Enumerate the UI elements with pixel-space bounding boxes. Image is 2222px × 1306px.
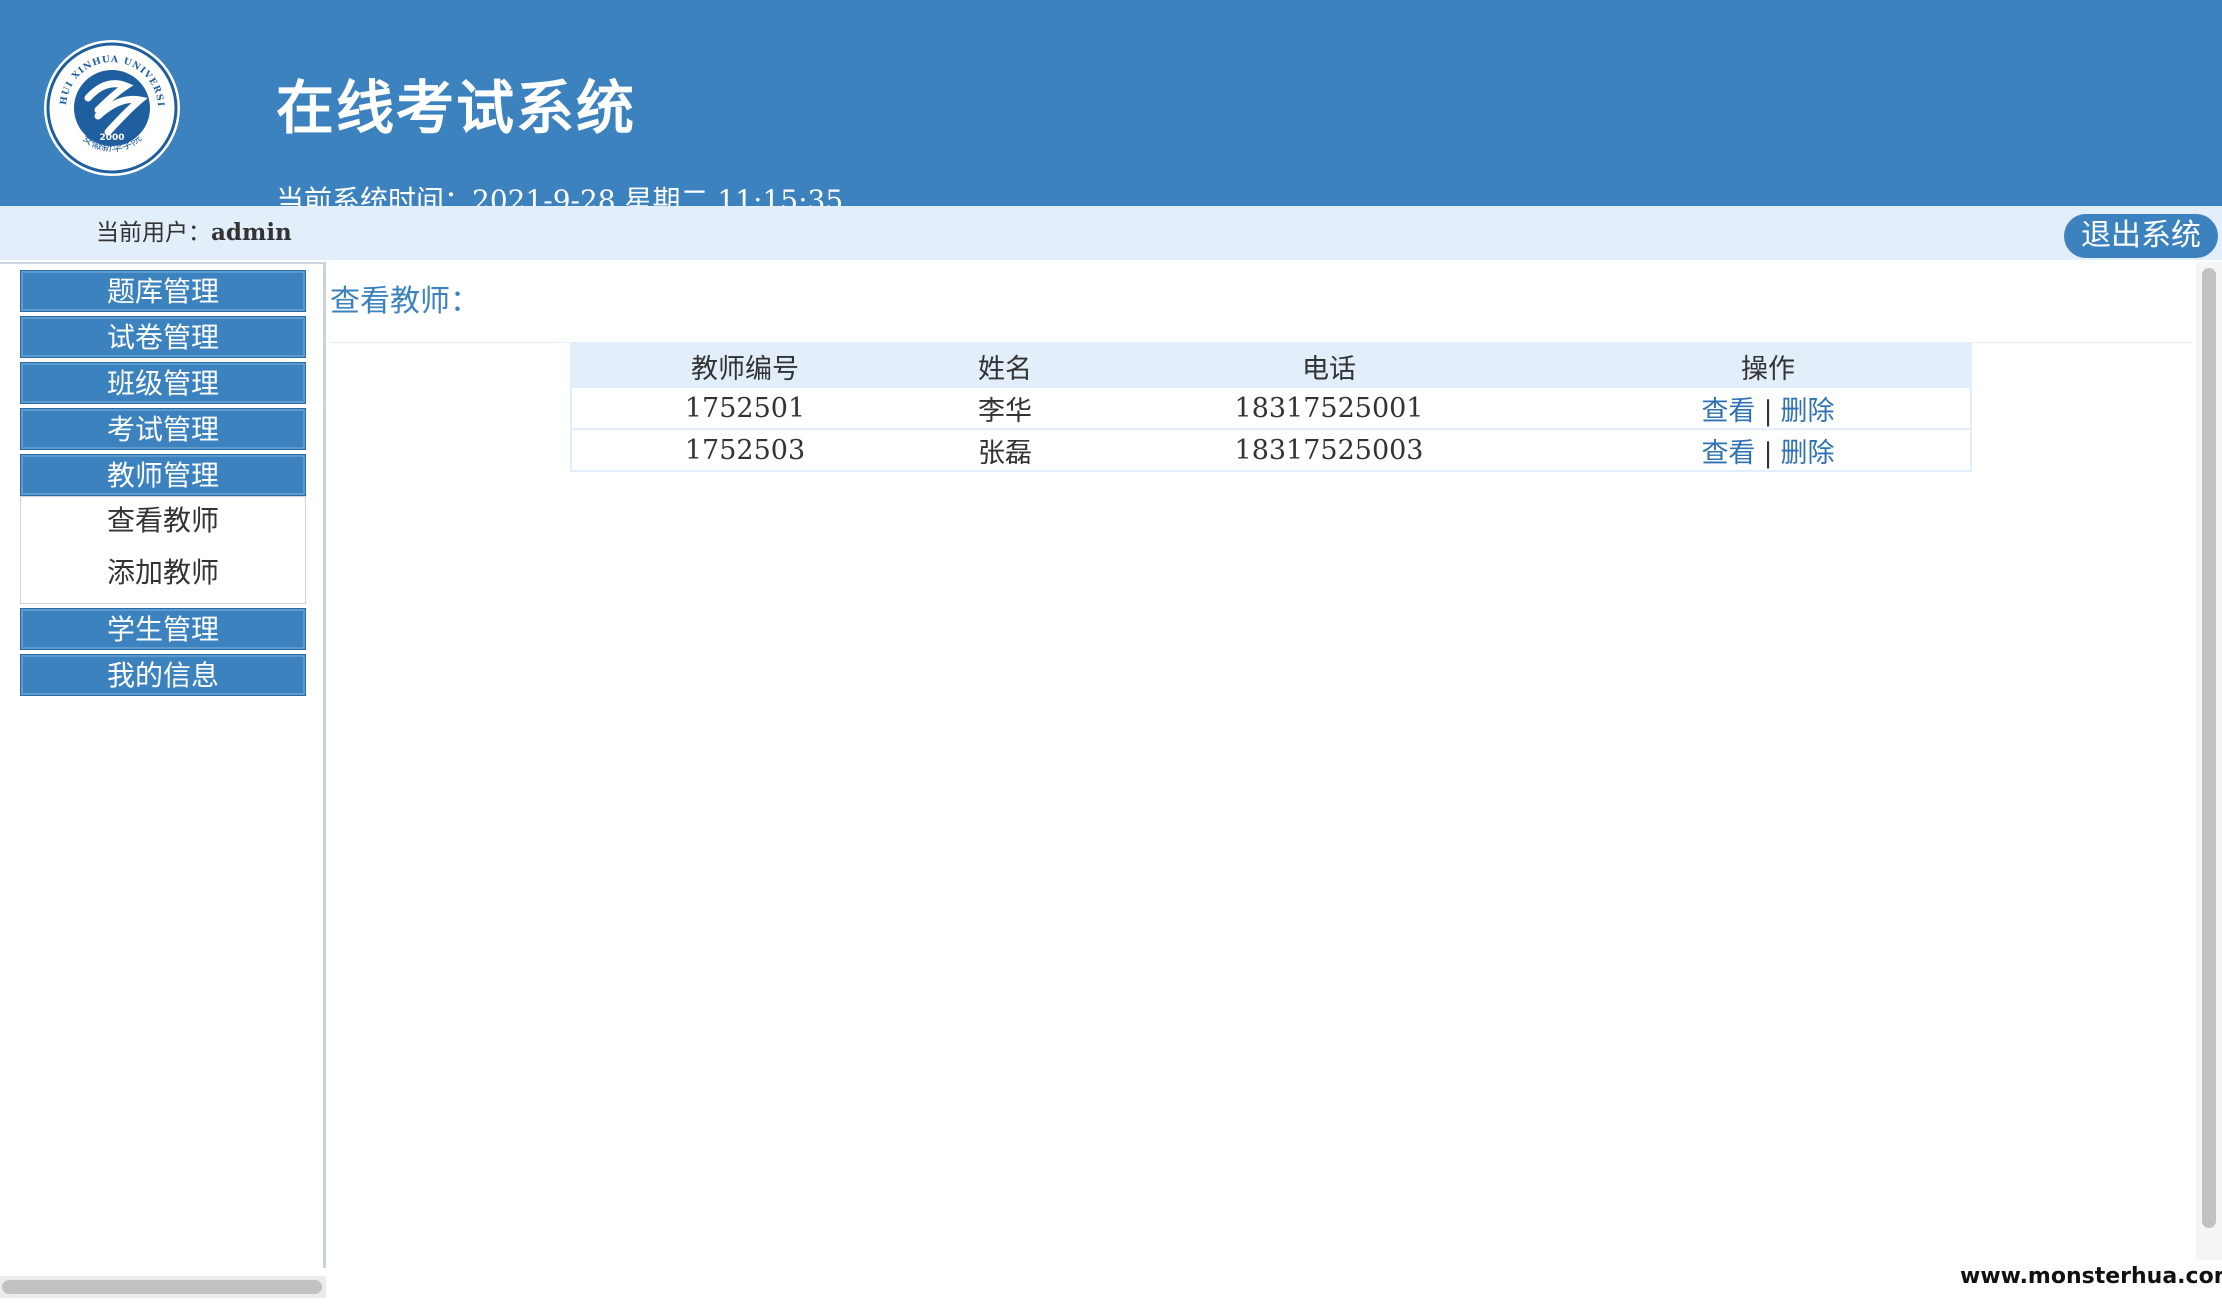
page-header: ANHUI XINHUA UNIVERSITY 安徽新华学院 2000 在线考试… bbox=[0, 0, 2222, 206]
menu-classes[interactable]: 班级管理 bbox=[20, 362, 306, 404]
action-separator: | bbox=[1763, 437, 1773, 469]
current-username: admin bbox=[211, 219, 292, 246]
column-header-name: 姓名 bbox=[918, 343, 1092, 388]
current-user: 当前用户：admin bbox=[96, 218, 292, 248]
table-row: 1752503 张磊 18317525003 查看 | 删除 bbox=[571, 429, 1971, 472]
system-time: 当前系统时间：2021-9-28 星期二 11:15:35 bbox=[276, 184, 844, 206]
menu-students[interactable]: 学生管理 bbox=[20, 608, 306, 650]
row-actions: 查看 | 删除 bbox=[1566, 429, 1971, 472]
action-separator: | bbox=[1763, 395, 1773, 427]
menu-teachers[interactable]: 教师管理 bbox=[20, 454, 306, 496]
menu-exam-papers[interactable]: 试卷管理 bbox=[20, 316, 306, 358]
section-title: 查看教师： bbox=[330, 284, 480, 319]
user-bar: 当前用户：admin 退出系统 bbox=[0, 206, 2222, 260]
teacher-submenu: 查看教师 添加教师 bbox=[20, 496, 306, 604]
column-header-id: 教师编号 bbox=[571, 343, 918, 388]
teacher-id: 1752501 bbox=[571, 388, 918, 430]
logo-year: 2000 bbox=[99, 133, 124, 143]
menu-question-bank[interactable]: 题库管理 bbox=[20, 270, 306, 312]
sidebar-horizontal-scrollbar[interactable] bbox=[0, 1276, 326, 1298]
delete-link[interactable]: 删除 bbox=[1781, 396, 1835, 427]
table-row: 1752501 李华 18317525001 查看 | 删除 bbox=[571, 388, 1971, 430]
teacher-table: 教师编号 姓名 电话 操作 1752501 李华 18317525001 查看 |… bbox=[570, 342, 1972, 472]
teacher-id: 1752503 bbox=[571, 429, 918, 472]
teacher-phone: 18317525001 bbox=[1092, 388, 1566, 430]
teacher-phone: 18317525003 bbox=[1092, 429, 1566, 472]
university-logo-icon: ANHUI XINHUA UNIVERSITY 安徽新华学院 2000 bbox=[42, 36, 180, 176]
menu-my-info[interactable]: 我的信息 bbox=[20, 654, 306, 696]
row-actions: 查看 | 删除 bbox=[1566, 388, 1971, 430]
logout-button[interactable]: 退出系统 bbox=[2064, 214, 2218, 258]
current-user-label: 当前用户： bbox=[96, 220, 211, 246]
teacher-name: 张磊 bbox=[918, 429, 1092, 472]
table-header-row: 教师编号 姓名 电话 操作 bbox=[571, 343, 1971, 388]
app-title: 在线考试系统 bbox=[276, 74, 637, 142]
column-header-actions: 操作 bbox=[1566, 343, 1971, 388]
submenu-add-teacher[interactable]: 添加教师 bbox=[21, 553, 305, 593]
view-link[interactable]: 查看 bbox=[1701, 396, 1755, 427]
main-scrollbar-thumb[interactable] bbox=[2202, 268, 2216, 1228]
main-vertical-scrollbar[interactable] bbox=[2196, 262, 2222, 1262]
teacher-name: 李华 bbox=[918, 388, 1092, 430]
sidebar-scrollbar-thumb[interactable] bbox=[2, 1280, 322, 1294]
watermark: www.monsterhua.com bbox=[1960, 1260, 2222, 1294]
sidebar: 题库管理 试卷管理 班级管理 考试管理 教师管理 查看教师 添加教师 学生管理 … bbox=[0, 262, 326, 1268]
view-link[interactable]: 查看 bbox=[1701, 438, 1755, 469]
submenu-view-teachers[interactable]: 查看教师 bbox=[21, 501, 305, 541]
menu-exams[interactable]: 考试管理 bbox=[20, 408, 306, 450]
delete-link[interactable]: 删除 bbox=[1781, 438, 1835, 469]
column-header-phone: 电话 bbox=[1092, 343, 1566, 388]
